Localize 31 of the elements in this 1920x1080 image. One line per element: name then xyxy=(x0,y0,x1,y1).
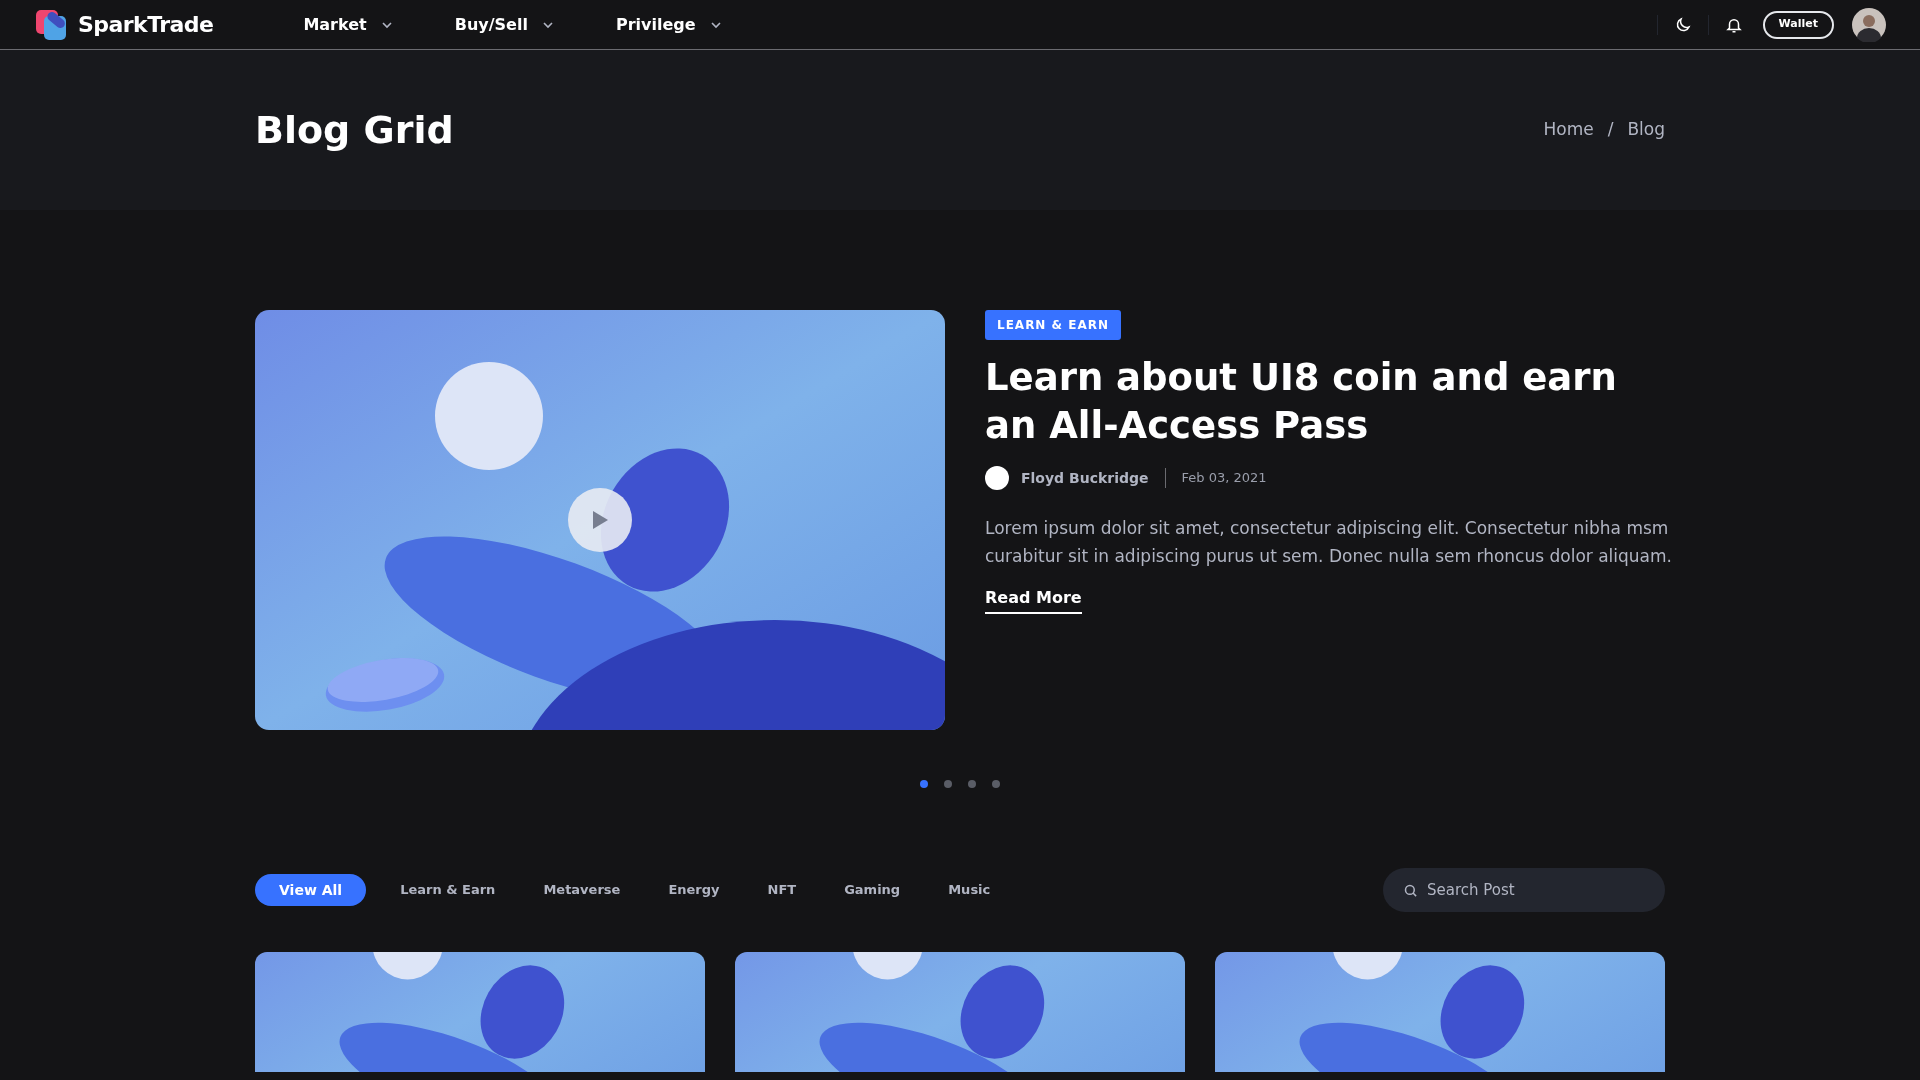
caret-icon xyxy=(709,20,722,29)
search-field[interactable]: Search Post xyxy=(1383,868,1665,912)
nav-menu[interactable]: Market xyxy=(303,12,393,37)
brand-name[interactable]: SparkTrade xyxy=(78,8,214,41)
page-title: Blog Grid xyxy=(255,106,454,154)
post-title[interactable]: Learn about UI8 coin and earn an All-Access Pass xyxy=(985,354,1665,450)
author-name: Floyd Buckridge xyxy=(1021,468,1149,488)
avatar-icon[interactable] xyxy=(1852,7,1886,42)
nav-menu[interactable]: Privilege xyxy=(615,12,722,37)
search-icon xyxy=(1403,883,1418,898)
caret-icon xyxy=(380,20,393,29)
breadcrumb-link[interactable]: Blog xyxy=(1627,117,1665,143)
breadcrumb-separator: / xyxy=(1607,118,1614,142)
breadcrumb-link[interactable]: Home xyxy=(1543,117,1594,143)
post-excerpt: Lorem ipsum dolor sit amet, consectetur adipiscing elit. Consectetur nibha msm curabitur sit in adipiscing purus ut sem. Donec nulla sem rhoncus dolor aliquam. xyxy=(985,517,1673,568)
filter-tab[interactable]: Music xyxy=(934,874,1005,906)
caret-icon xyxy=(541,20,554,29)
filter-tab[interactable]: Learn & Earn xyxy=(386,874,510,906)
filter-tab[interactable]: Gaming xyxy=(830,874,915,906)
play-icon xyxy=(591,510,609,530)
nav-menu[interactable]: Buy/Sell xyxy=(454,12,554,37)
author-avatar xyxy=(985,466,1009,490)
filter-tab[interactable]: NFT xyxy=(753,874,811,906)
category-tag[interactable]: LEARN & EARN xyxy=(985,310,1121,340)
filter-tab[interactable]: Metaverse xyxy=(529,874,635,906)
wallet-button[interactable]: Wallet xyxy=(1762,10,1834,39)
logo-icon[interactable] xyxy=(34,7,68,42)
read-more-link[interactable]: Read More xyxy=(985,586,1082,614)
filter-tab[interactable]: View All xyxy=(255,874,367,906)
filter-tab[interactable]: Energy xyxy=(654,874,734,906)
post-date: Feb 03, 2021 xyxy=(1181,469,1267,488)
